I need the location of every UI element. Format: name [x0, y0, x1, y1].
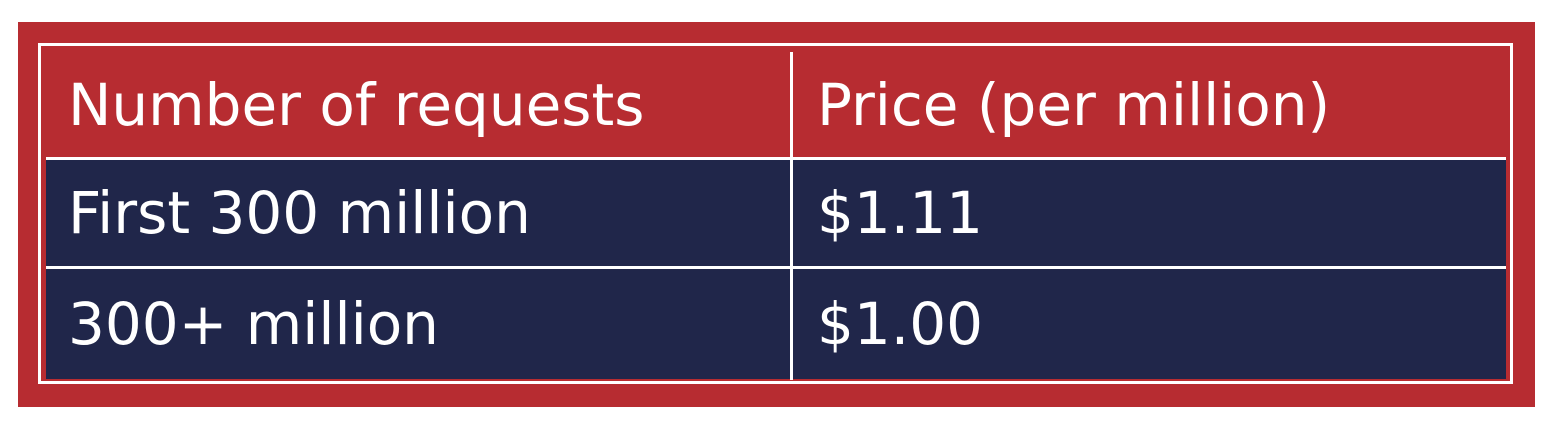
table-cell-requests: 300+ million: [68, 290, 439, 358]
table-cell-price: $1.00: [817, 290, 984, 358]
header-cell-price: Price (per million): [817, 70, 1331, 139]
table-row: First 300 million $1.11: [46, 160, 1506, 266]
row-divider: [46, 157, 1506, 160]
pricing-table: Number of requests Price (per million) F…: [46, 52, 1506, 380]
column-divider: [790, 52, 793, 380]
row-divider: [46, 266, 1506, 269]
pricing-table-frame: Number of requests Price (per million) F…: [18, 22, 1535, 407]
table-cell-requests: First 300 million: [68, 179, 531, 247]
table-header-row: Number of requests Price (per million): [46, 52, 1506, 157]
table-cell-price: $1.11: [817, 179, 984, 247]
header-cell-requests: Number of requests: [68, 70, 645, 139]
table-row: 300+ million $1.00: [46, 269, 1506, 379]
